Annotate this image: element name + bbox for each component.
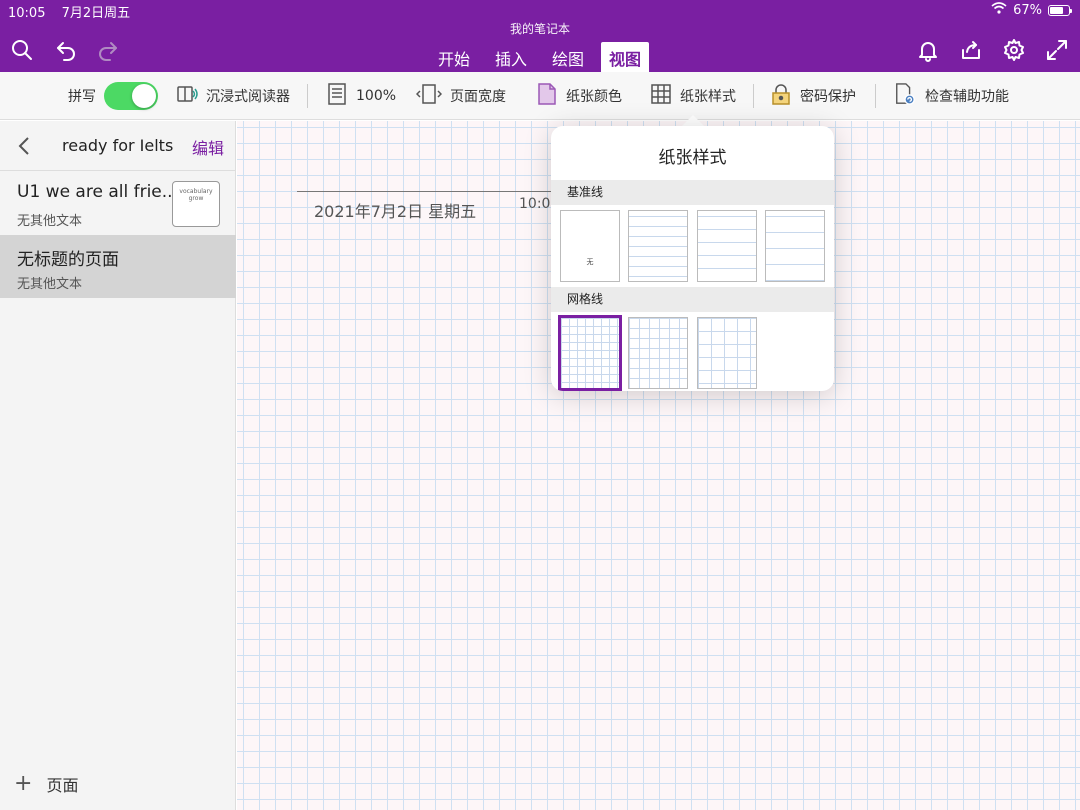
page-width-icon (415, 83, 443, 109)
spellcheck-toggle[interactable] (104, 82, 158, 110)
page-icon (326, 83, 348, 109)
password-label: 密码保护 (800, 89, 856, 105)
paper-style-medium-grid[interactable] (628, 317, 688, 389)
search-icon[interactable] (8, 36, 36, 64)
none-label: 无 (586, 258, 594, 266)
back-chevron-icon[interactable] (14, 134, 36, 158)
section-header: ready for Ielts 编辑 (0, 121, 236, 171)
grid-lines-header: 网格线 (551, 287, 834, 312)
battery-percent: 67% (1013, 2, 1042, 18)
page-title: U1 we are all frie... (17, 182, 178, 202)
plus-icon: + (14, 771, 33, 796)
page-title: 无标题的页面 (17, 250, 119, 270)
page-width-label: 页面宽度 (450, 89, 506, 105)
ribbon-divider (307, 84, 308, 108)
paper-style-none[interactable]: 无 (560, 210, 620, 282)
page-subtitle: 无其他文本 (17, 277, 83, 292)
page-subtitle: 无其他文本 (17, 214, 83, 229)
paper-style-large-grid[interactable] (697, 317, 757, 389)
paper-style-wide-rule[interactable] (765, 210, 825, 282)
accessibility-check-icon (893, 83, 917, 109)
status-bar-right: 67% (991, 2, 1072, 18)
paper-color-icon (536, 83, 558, 109)
password-button[interactable]: 密码保护 (770, 72, 856, 120)
ribbon-divider (875, 84, 876, 108)
add-page-button[interactable]: + 页面 (14, 772, 78, 796)
paper-style-label: 纸张样式 (680, 89, 736, 105)
notebook-title: 我的笔记本 (509, 22, 570, 36)
page-width-button[interactable]: 页面宽度 (415, 72, 506, 120)
accessibility-button[interactable]: 检查辅助功能 (893, 72, 1009, 120)
undo-icon[interactable] (52, 36, 80, 64)
redo-icon[interactable] (94, 36, 122, 64)
spellcheck-label: 拼写 (68, 89, 96, 105)
zoom-value: 100% (356, 88, 397, 104)
status-date: 7月2日周五 (61, 6, 131, 21)
paper-style-small-grid[interactable] (558, 315, 622, 391)
ribbon-divider (753, 84, 754, 108)
accessibility-label: 检查辅助功能 (925, 89, 1009, 105)
title-underline (297, 191, 557, 192)
edit-button[interactable]: 编辑 (192, 135, 224, 159)
paper-color-button[interactable]: 纸张颜色 (536, 72, 622, 120)
paper-color-label: 纸张颜色 (566, 89, 622, 105)
share-icon[interactable] (957, 36, 985, 64)
rule-lines-header: 基准线 (551, 180, 834, 205)
section-title: ready for Ielts (62, 136, 174, 155)
status-bar-left: 10:05 7月2日周五 (8, 2, 142, 21)
immersive-reader-label: 沉浸式阅读器 (206, 89, 290, 105)
paper-style-college-rule[interactable] (697, 210, 757, 282)
lock-icon (770, 83, 792, 109)
popover-title: 纸张样式 (658, 148, 727, 168)
expand-icon[interactable] (1043, 36, 1071, 64)
view-ribbon: 拼写 沉浸式阅读器 100% 页面宽度 纸张颜色 纸张样式 密码保护 检查辅助功… (0, 72, 1080, 120)
app-header: 10:05 7月2日周五 67% 我的笔记本 开始 插入 绘图 视图 (0, 0, 1080, 78)
immersive-reader-button[interactable]: 沉浸式阅读器 (176, 72, 290, 120)
gear-icon[interactable] (1000, 36, 1028, 64)
pages-sidebar: ready for Ielts 编辑 U1 we are all frie...… (0, 121, 236, 810)
grid-icon (650, 83, 672, 109)
page-date: 2021年7月2日 星期五 (314, 202, 477, 221)
page-list-item[interactable]: U1 we are all frie... 无其他文本 vocabulary g… (0, 172, 236, 235)
page-list-item-selected[interactable]: 无标题的页面 无其他文本 (0, 235, 236, 298)
paper-style-narrow-rule[interactable] (628, 210, 688, 282)
page-thumbnail: vocabulary grow (172, 181, 220, 227)
wifi-icon (991, 2, 1007, 18)
bell-icon[interactable] (914, 36, 942, 64)
battery-icon (1048, 4, 1072, 16)
page-time: 10:0 (519, 196, 551, 212)
zoom-button[interactable]: 100% (326, 72, 396, 120)
immersive-reader-icon (176, 83, 198, 109)
paper-style-popover: 纸张样式 基准线 无 网格线 (551, 126, 834, 391)
spellcheck-control: 拼写 (68, 72, 158, 120)
status-time: 10:05 (8, 6, 46, 21)
add-page-label: 页面 (46, 776, 79, 795)
paper-style-button[interactable]: 纸张样式 (650, 72, 736, 120)
